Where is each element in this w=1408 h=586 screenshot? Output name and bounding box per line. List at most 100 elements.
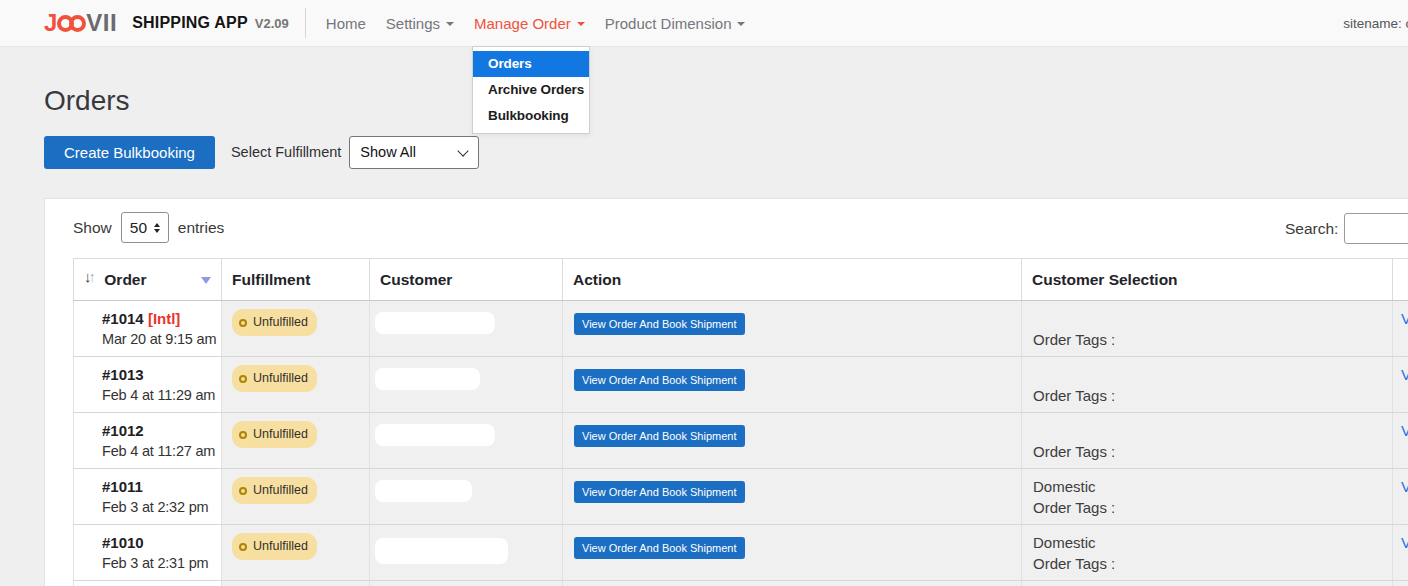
- table-row: #1010Feb 3 at 2:31 pm Unfulfilled View Ord…: [74, 525, 1408, 581]
- view-order-book-shipment-button[interactable]: View Order And Book Shipment: [574, 425, 745, 447]
- action-cell: View Order And Book Shipment: [563, 413, 1022, 469]
- dropdown-item-orders[interactable]: Orders: [473, 51, 589, 77]
- chevron-down-icon: [458, 145, 469, 156]
- order-cell: [74, 581, 222, 586]
- order-intl-tag: [Intl]: [144, 310, 181, 327]
- column-header-action[interactable]: Action: [563, 259, 1022, 301]
- column-header-blank: [1393, 259, 1408, 301]
- table-row: #1013 Feb 4 at 11:29 am Unfulfilled View Or…: [74, 357, 1408, 413]
- customer-selection-cell: Order Tags :: [1022, 357, 1393, 413]
- status-circle-icon: [239, 431, 247, 439]
- updown-arrows-icon: [154, 223, 160, 233]
- nav-item-settings[interactable]: Settings: [376, 15, 464, 32]
- customer-cell: [370, 301, 563, 357]
- logo-letters-vii: VII: [86, 9, 117, 37]
- customer-cell: [370, 469, 563, 525]
- view-cell: V: [1393, 469, 1408, 525]
- column-header-order[interactable]: ↓↑ Order: [74, 259, 222, 301]
- show-label: Show: [73, 219, 112, 237]
- app-title: SHIPPING APP: [132, 14, 248, 32]
- controls-row: Create Bulkbooking Select Fulfillment Sh…: [44, 135, 1408, 169]
- status-circle-icon: [239, 319, 247, 327]
- search-label: Search:: [1285, 220, 1338, 238]
- table-cell: [222, 581, 370, 586]
- status-circle-icon: [239, 375, 247, 383]
- customer-selection-value: Domestic: [1033, 476, 1382, 497]
- navbar: J VII SHIPPING APP V2.09 Home Settings M…: [0, 0, 1408, 47]
- order-date: Feb 3 at 2:31 pm: [102, 553, 221, 574]
- sitename-label: sitename: o: [1343, 16, 1408, 31]
- view-link[interactable]: V: [1401, 364, 1408, 385]
- customer-selection-value: [1033, 308, 1382, 329]
- view-order-book-shipment-button[interactable]: View Order And Book Shipment: [574, 313, 745, 335]
- fulfillment-cell: Unfulfilled: [222, 357, 370, 413]
- customer-selection-value: Domestic: [1033, 532, 1382, 553]
- orders-table: ↓↑ Order Fulfillment Customer Action Cus…: [73, 258, 1408, 586]
- table-header-row: ↓↑ Order Fulfillment Customer Action Cus…: [74, 259, 1408, 301]
- customer-cell: [370, 357, 563, 413]
- fulfillment-cell: Unfulfilled: [222, 469, 370, 525]
- customer-redacted: [375, 538, 508, 564]
- nav-item-home[interactable]: Home: [316, 15, 376, 32]
- customer-redacted: [375, 480, 472, 502]
- action-cell: View Order And Book Shipment: [563, 301, 1022, 357]
- orders-table-card: Show 50 entries Search: ↓↑ Order Fulfill…: [44, 198, 1408, 586]
- entries-select[interactable]: 50: [121, 212, 169, 243]
- column-header-fulfillment[interactable]: Fulfillment: [222, 259, 370, 301]
- customer-selection-value: [1033, 420, 1382, 441]
- table-row: [74, 581, 1408, 586]
- page-title: Orders: [44, 83, 1408, 119]
- view-order-book-shipment-button[interactable]: View Order And Book Shipment: [574, 481, 745, 503]
- table-row: #1012Feb 4 at 11:27 amUnfulfilledView Or…: [74, 413, 1408, 469]
- order-date: Feb 4 at 11:29 am: [102, 385, 221, 406]
- table-row: #1014 [Intl]Mar 20 at 9:15 amUnfulfilled…: [74, 301, 1408, 357]
- order-tags-label: Order Tags :: [1033, 329, 1382, 350]
- customer-selection-cell: DomesticOrder Tags :: [1022, 469, 1393, 525]
- dropdown-item-bulkbooking[interactable]: Bulkbooking: [473, 103, 589, 129]
- view-link[interactable]: V: [1401, 420, 1408, 441]
- view-cell: V: [1393, 413, 1408, 469]
- table-cell: [370, 581, 563, 586]
- order-tags-label: Order Tags :: [1033, 497, 1382, 518]
- table-cell: [1393, 581, 1408, 586]
- column-header-customer-selection[interactable]: Customer Selection: [1022, 259, 1393, 301]
- create-bulkbooking-button[interactable]: Create Bulkbooking: [44, 136, 215, 169]
- chevron-down-icon: [577, 22, 585, 26]
- fulfillment-label: Select Fulfillment: [231, 144, 341, 160]
- customer-selection-value: [1033, 364, 1382, 385]
- dropdown-item-archive-orders[interactable]: Archive Orders: [473, 77, 589, 103]
- infinity-icon: [57, 15, 85, 32]
- order-id: #1011: [102, 478, 143, 495]
- view-link[interactable]: V: [1401, 476, 1408, 497]
- order-cell: #1013 Feb 4 at 11:29 am: [74, 357, 222, 413]
- unfulfilled-badge: Unfulfilled: [232, 365, 317, 392]
- app-version: V2.09: [255, 16, 289, 31]
- unfulfilled-badge: Unfulfilled: [232, 421, 317, 448]
- customer-selection-cell: Order Tags :: [1022, 413, 1393, 469]
- table-cell: [563, 581, 1022, 586]
- search-group: Search:: [1285, 213, 1408, 244]
- view-order-book-shipment-button[interactable]: View Order And Book Shipment: [574, 369, 745, 391]
- nav-item-product-dimension[interactable]: Product Dimension: [595, 15, 756, 32]
- search-input[interactable]: [1344, 213, 1408, 244]
- chevron-down-icon: [737, 22, 745, 26]
- order-id: #1013: [102, 366, 144, 383]
- order-id: #1014: [102, 310, 144, 327]
- joovii-logo[interactable]: J VII: [44, 9, 117, 37]
- order-cell: #1010Feb 3 at 2:31 pm: [74, 525, 222, 581]
- view-order-book-shipment-button[interactable]: View Order And Book Shipment: [574, 537, 745, 559]
- logo-letter-j: J: [44, 9, 56, 37]
- nav-item-manage-order[interactable]: Manage Order: [464, 15, 595, 32]
- view-cell: V: [1393, 357, 1408, 413]
- fulfillment-select[interactable]: Show All: [349, 136, 479, 169]
- manage-order-dropdown: Orders Archive Orders Bulkbooking: [472, 46, 590, 134]
- unfulfilled-badge: Unfulfilled: [232, 533, 317, 560]
- view-link[interactable]: V: [1401, 532, 1408, 553]
- column-header-customer[interactable]: Customer: [370, 259, 563, 301]
- order-tags-label: Order Tags :: [1033, 385, 1382, 406]
- customer-selection-cell: Order Tags :: [1022, 301, 1393, 357]
- status-circle-icon: [239, 487, 247, 495]
- chevron-down-icon: [446, 22, 454, 26]
- view-link[interactable]: V: [1401, 308, 1408, 329]
- order-tags-label: Order Tags :: [1033, 553, 1382, 574]
